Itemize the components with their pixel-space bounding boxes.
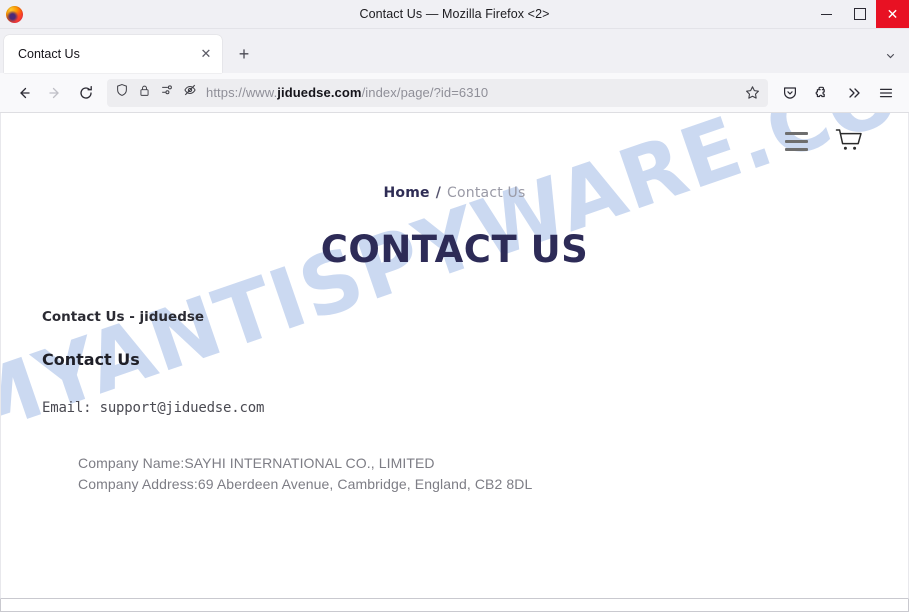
url-path: /index/page/?id=6310	[361, 85, 489, 100]
page-content: Home / Contact Us CONTACT US Contact Us - …	[1, 185, 908, 494]
minimize-icon	[821, 13, 832, 15]
extensions-icon[interactable]	[806, 79, 837, 107]
permissions-icon[interactable]	[160, 83, 174, 102]
site-header	[1, 113, 908, 169]
bookmark-star-icon[interactable]	[745, 85, 760, 100]
url-scheme: https://www.	[206, 85, 278, 100]
shield-icon[interactable]	[115, 83, 129, 102]
contact-body: Contact Us - jiduedse Contact Us Email: …	[1, 309, 908, 416]
url-bar[interactable]: https://www.jiduedse.com/index/page/?id=…	[107, 78, 768, 107]
app-menu-icon[interactable]	[870, 79, 901, 107]
maximize-icon	[853, 8, 866, 20]
company-info: Company Name:SAYHI INTERNATIONAL CO., LI…	[1, 453, 908, 494]
tab-close-icon[interactable]: ✕	[196, 44, 216, 64]
forward-button[interactable]	[39, 79, 70, 107]
breadcrumb-current: Contact Us	[447, 185, 526, 201]
hamburger-menu-icon[interactable]	[785, 131, 808, 151]
padlock-icon[interactable]	[138, 84, 151, 102]
url-host: jiduedse.com	[277, 85, 362, 100]
page-title: CONTACT US	[320, 228, 589, 271]
pocket-icon[interactable]	[774, 79, 805, 107]
url-text[interactable]: https://www.jiduedse.com/index/page/?id=…	[206, 85, 739, 100]
shopping-cart-icon[interactable]	[834, 128, 864, 155]
close-icon: ✕	[886, 6, 899, 22]
firefox-logo-icon	[6, 5, 23, 23]
back-button[interactable]	[8, 79, 39, 107]
toolbar-actions	[774, 79, 901, 107]
tab-contact-us[interactable]: Contact Us ✕	[4, 35, 222, 73]
overflow-icon[interactable]	[838, 79, 869, 107]
navigation-toolbar: https://www.jiduedse.com/index/page/?id=…	[0, 73, 909, 113]
list-all-tabs-icon[interactable]	[884, 49, 897, 64]
reload-button[interactable]	[70, 79, 101, 107]
company-address-line: Company Address:69 Aberdeen Avenue, Camb…	[78, 475, 533, 492]
close-window-button[interactable]: ✕	[876, 0, 909, 28]
maximize-button[interactable]	[843, 0, 876, 28]
tab-title: Contact Us	[18, 47, 80, 61]
company-name-line: Company Name:SAYHI INTERNATIONAL CO., LI…	[78, 455, 435, 471]
new-tab-button[interactable]: +	[230, 40, 258, 68]
window-controls: ✕	[810, 0, 909, 28]
minimize-button[interactable]	[810, 0, 843, 28]
breadcrumb-separator: /	[435, 185, 442, 201]
window-title: Contact Us — Mozilla Firefox <2>	[359, 7, 550, 21]
tab-strip: Contact Us ✕ +	[0, 29, 909, 73]
breadcrumb: Home / Contact Us	[1, 185, 908, 201]
window-bottom-strip	[0, 599, 909, 612]
section-heading: Contact Us	[42, 350, 140, 369]
identity-box	[115, 83, 197, 102]
autoplay-blocked-icon[interactable]	[183, 83, 197, 102]
browser-window: Contact Us — Mozilla Firefox <2> ✕ Conta…	[0, 0, 909, 612]
page-viewport: MYANTISPYWARE.COM Home / Contact Us CONT…	[0, 113, 909, 599]
lead-text: Contact Us - jiduedse	[42, 309, 205, 325]
title-bar: Contact Us — Mozilla Firefox <2> ✕	[0, 0, 909, 29]
email-line: Email: support@jiduedse.com	[42, 400, 265, 416]
breadcrumb-home-link[interactable]: Home	[383, 185, 429, 201]
